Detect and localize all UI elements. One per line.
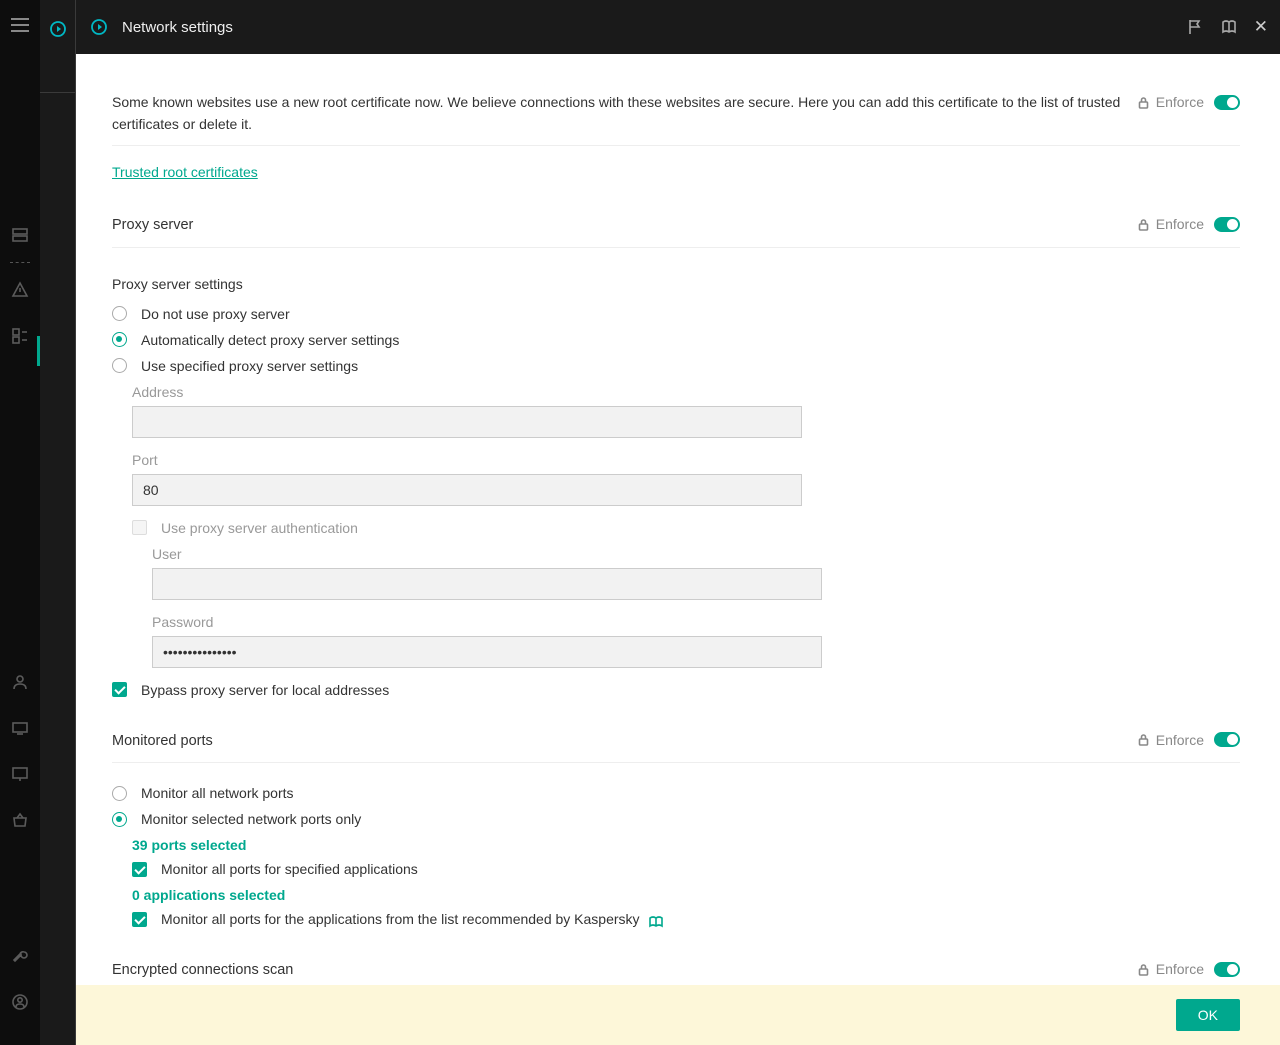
settings-modal: Network settings ✕ Some known websites u… <box>76 0 1280 1045</box>
sidebar-icon-1[interactable] <box>11 226 29 244</box>
checkbox-label: Use proxy server authentication <box>161 520 358 536</box>
ports-selected-link[interactable]: 39 ports selected <box>132 837 1240 853</box>
book-small-icon[interactable] <box>649 915 663 927</box>
enforce-label: Enforce <box>1156 216 1204 232</box>
enforce-certs: Enforce <box>1137 94 1240 110</box>
section-encrypted: Encrypted connections scan Enforce <box>112 959 1240 981</box>
enc-title: Encrypted connections scan <box>112 959 1129 981</box>
checkbox-icon <box>112 682 127 697</box>
checkbox-label: Bypass proxy server for local addresses <box>141 682 389 698</box>
behind-panel <box>40 0 76 1045</box>
radio-proxy-specified[interactable]: Use specified proxy server settings <box>112 358 1240 374</box>
sidebar-active-indicator <box>37 336 40 366</box>
basket-icon[interactable] <box>11 811 29 829</box>
lock-icon <box>1137 96 1150 109</box>
check-proxy-auth[interactable]: Use proxy server authentication <box>132 520 1240 536</box>
monitor-icon[interactable] <box>11 765 29 783</box>
enforce-label: Enforce <box>1156 94 1204 110</box>
proxy-settings-label: Proxy server settings <box>112 276 1240 292</box>
modal-header: Network settings ✕ <box>76 0 1280 54</box>
radio-icon <box>112 786 127 801</box>
address-input[interactable] <box>132 406 802 438</box>
check-monitor-apps[interactable]: Monitor all ports for specified applicat… <box>132 861 1240 877</box>
sidebar-divider <box>10 262 30 263</box>
enforce-proxy: Enforce <box>1137 216 1240 232</box>
address-label: Address <box>132 384 1240 400</box>
flag-icon[interactable] <box>1186 18 1204 36</box>
hamburger-icon[interactable] <box>11 18 29 32</box>
warning-icon[interactable] <box>11 281 29 299</box>
enforce-toggle-certs[interactable] <box>1214 95 1240 110</box>
lock-icon <box>1137 218 1150 231</box>
book-icon[interactable] <box>1220 18 1238 36</box>
user-input[interactable] <box>152 568 822 600</box>
radio-proxy-none[interactable]: Do not use proxy server <box>112 306 1240 322</box>
apps-selected-link[interactable]: 0 applications selected <box>132 887 1240 903</box>
enforce-toggle-enc[interactable] <box>1214 962 1240 977</box>
sidebar-icon-3[interactable] <box>11 327 29 345</box>
checkbox-label: Monitor all ports for specified applicat… <box>161 861 418 877</box>
ports-title: Monitored ports <box>112 730 1129 752</box>
checkbox-text: Monitor all ports for the applications f… <box>161 911 640 927</box>
radio-proxy-auto[interactable]: Automatically detect proxy server settin… <box>112 332 1240 348</box>
lock-icon <box>1137 963 1150 976</box>
radio-label: Monitor selected network ports only <box>141 811 361 827</box>
check-monitor-kaspersky[interactable]: Monitor all ports for the applications f… <box>132 911 1240 927</box>
radio-ports-selected[interactable]: Monitor selected network ports only <box>112 811 1240 827</box>
checkbox-icon <box>132 520 147 535</box>
enforce-label: Enforce <box>1156 732 1204 748</box>
radio-label: Do not use proxy server <box>141 306 290 322</box>
back-panel-icon <box>49 20 67 38</box>
enforce-toggle-proxy[interactable] <box>1214 217 1240 232</box>
section-divider <box>112 145 1240 146</box>
checkbox-label: Monitor all ports for the applications f… <box>161 911 663 927</box>
proxy-auth-fields: User Password <box>152 546 1240 668</box>
radio-label: Monitor all network ports <box>141 785 294 801</box>
certs-description: Some known websites use a new root certi… <box>112 92 1129 135</box>
section-proxy: Proxy server Enforce Proxy server settin… <box>112 214 1240 697</box>
port-label: Port <box>132 452 1240 468</box>
user-icon[interactable] <box>11 673 29 691</box>
enforce-toggle-ports[interactable] <box>1214 732 1240 747</box>
back-icon[interactable] <box>90 18 108 36</box>
devices-icon[interactable] <box>11 719 29 737</box>
password-label: Password <box>152 614 1240 630</box>
content-scroll[interactable]: Some known websites use a new root certi… <box>76 54 1280 985</box>
radio-icon <box>112 812 127 827</box>
checkbox-icon <box>132 862 147 877</box>
ok-button[interactable]: OK <box>1176 999 1240 1031</box>
wrench-icon[interactable] <box>11 947 29 965</box>
port-input[interactable] <box>132 474 802 506</box>
account-icon[interactable] <box>11 993 29 1011</box>
radio-label: Use specified proxy server settings <box>141 358 358 374</box>
lock-icon <box>1137 733 1150 746</box>
checkbox-icon <box>132 912 147 927</box>
radio-icon <box>112 306 127 321</box>
radio-label: Automatically detect proxy server settin… <box>141 332 399 348</box>
proxy-fields: Address Port Use proxy server authentica… <box>132 384 1240 668</box>
enforce-enc: Enforce <box>1137 961 1240 977</box>
proxy-title: Proxy server <box>112 214 1129 236</box>
trusted-certs-link[interactable]: Trusted root certificates <box>112 164 258 180</box>
app-sidebar <box>0 0 40 1045</box>
enforce-ports: Enforce <box>1137 732 1240 748</box>
modal-footer: OK <box>76 985 1280 1045</box>
check-bypass-local[interactable]: Bypass proxy server for local addresses <box>112 682 1240 698</box>
radio-ports-all[interactable]: Monitor all network ports <box>112 785 1240 801</box>
radio-icon <box>112 358 127 373</box>
password-input[interactable] <box>152 636 822 668</box>
radio-icon <box>112 332 127 347</box>
section-monitored-ports: Monitored ports Enforce Monitor all netw… <box>112 730 1240 927</box>
enforce-label: Enforce <box>1156 961 1204 977</box>
user-label: User <box>152 546 1240 562</box>
close-icon[interactable]: ✕ <box>1254 17 1268 37</box>
section-certificates: Some known websites use a new root certi… <box>112 92 1240 182</box>
page-title: Network settings <box>122 19 233 36</box>
